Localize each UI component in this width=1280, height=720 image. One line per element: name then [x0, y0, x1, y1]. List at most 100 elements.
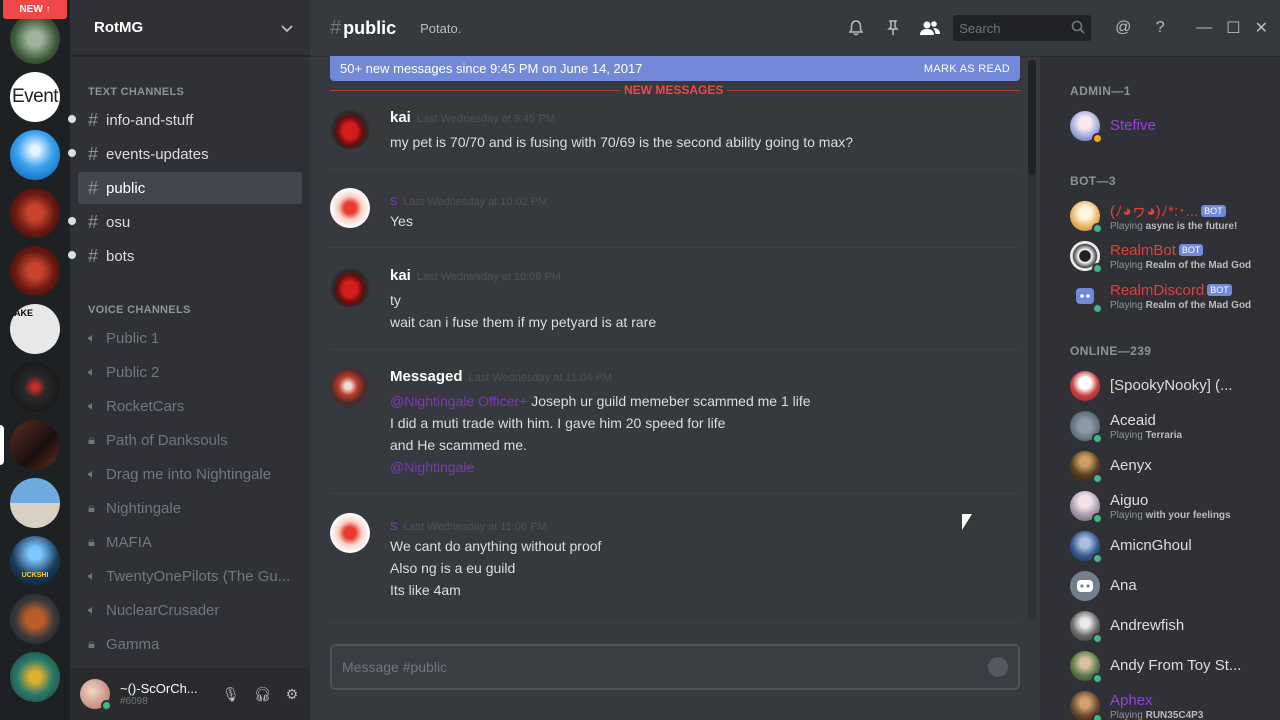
channel-info-and-stuff[interactable]: # info-and-stuff — [68, 104, 302, 136]
member-item[interactable]: AmicnGhoul — [1070, 526, 1270, 566]
server-icon-ake[interactable]: AKE — [10, 304, 60, 354]
member-item[interactable]: Aiguo Playing with your feelings — [1070, 486, 1270, 526]
user-tag: #6098 — [120, 696, 148, 707]
member-item[interactable]: Aenyx — [1070, 446, 1270, 486]
member-item[interactable]: Aphex Playing RUN35C4P3 — [1070, 686, 1270, 720]
message-input[interactable]: Message #public — [330, 644, 1020, 690]
voice-channels-category[interactable]: VOICE CHANNELS — [88, 304, 191, 316]
member-activity: Playing RUN35C4P3 — [1110, 709, 1204, 720]
headphones-icon[interactable]: 🎧︎ — [254, 686, 272, 703]
idle-status-icon — [1092, 133, 1103, 144]
server-icon-blue[interactable] — [10, 130, 60, 180]
maximize-icon[interactable]: ☐ — [1226, 18, 1240, 38]
mark-as-read-button[interactable]: MARK AS READ — [924, 63, 1010, 75]
speaker-icon: 🔈︎ — [88, 568, 96, 583]
pin-icon[interactable] — [879, 14, 907, 42]
server-icon-event[interactable]: Event — [10, 72, 60, 122]
channel-public[interactable]: # public — [78, 172, 302, 204]
message: S Last Wednesday at 10:02 PM Yes — [330, 188, 1020, 238]
avatar — [1070, 491, 1103, 524]
voice-channel-twentyonepilots[interactable]: 🔈︎ TwentyOnePilots (The Gu... — [78, 560, 302, 592]
voice-channel-gamma[interactable]: 🔒︎ Gamma — [78, 628, 302, 660]
avatar[interactable] — [330, 267, 370, 307]
bell-icon[interactable] — [842, 14, 870, 42]
member-item[interactable]: Aceaid Playing Terraria — [1070, 406, 1270, 446]
hash-icon: # — [330, 16, 342, 39]
voice-channel-public-2[interactable]: 🔈︎ Public 2 — [78, 356, 302, 388]
speaker-icon: 🔈︎ — [88, 364, 96, 379]
bot-badge: BOT — [1178, 244, 1204, 257]
gear-icon[interactable]: ⚙︎ — [286, 686, 299, 703]
speaker-icon: 🔈︎ — [88, 398, 96, 413]
new-unreads-badge[interactable]: NEW ↑ — [3, 0, 67, 19]
channel-events-updates[interactable]: # events-updates — [68, 138, 302, 170]
lock-icon: 🔒︎ — [88, 432, 95, 447]
member-item[interactable]: Andy From Toy St... — [1070, 646, 1270, 686]
message-author[interactable]: kai — [390, 267, 411, 284]
member-item[interactable]: RealmBot BOT Playing Realm of the Mad God — [1070, 236, 1270, 276]
server-icon-rotmg[interactable] — [10, 14, 60, 64]
help-icon[interactable]: ? — [1146, 14, 1174, 42]
channel-osu[interactable]: # osu — [68, 206, 302, 238]
role-mention[interactable]: @Nightingale — [390, 456, 811, 478]
lock-icon: 🔒︎ — [88, 534, 95, 549]
avatar[interactable] — [330, 109, 370, 149]
voice-channel-nightingale[interactable]: 🔒︎ Nightingale — [78, 492, 302, 524]
message-divider — [330, 493, 1020, 494]
mute-mic-icon[interactable]: 🎙︎ — [222, 686, 240, 703]
new-messages-bar[interactable]: 50+ new messages since 9:45 PM on June 1… — [330, 56, 1020, 81]
close-icon[interactable]: ✕ — [1255, 18, 1268, 38]
online-status-icon — [1092, 433, 1103, 444]
member-item[interactable]: Andrewfish — [1070, 606, 1270, 646]
user-controls: 🎙︎ 🎧︎ ⚙︎ — [222, 686, 298, 703]
voice-channel-mafia[interactable]: 🔒︎ MAFIA — [78, 526, 302, 558]
channel-sidebar: RotMG TEXT CHANNELS # info-and-stuff # eve… — [68, 0, 310, 720]
search-input[interactable]: Search — [953, 15, 1092, 41]
voice-channel-public-1[interactable]: 🔈︎ Public 1 — [78, 322, 302, 354]
minimize-icon[interactable]: — — [1196, 19, 1212, 37]
message: kai Last Wednesday at 10:09 PM ty wait ca… — [330, 267, 1020, 337]
avatar — [1070, 201, 1103, 234]
mentions-icon[interactable]: @ — [1109, 14, 1137, 42]
member-item[interactable]: RealmDiscord BOT Playing Realm of the Mad… — [1070, 276, 1270, 316]
server-icon-barn[interactable] — [10, 478, 60, 528]
server-icon-meat[interactable] — [10, 594, 60, 644]
avatar[interactable] — [330, 513, 370, 553]
member-item[interactable]: (ﾉ◕ヮ◕)ﾉ*:･... BOT Playing async is the fu… — [1070, 196, 1270, 236]
channel-title: public — [343, 17, 397, 38]
member-name: RealmBot — [1110, 241, 1176, 259]
voice-channel-rocketcars[interactable]: 🔈︎ RocketCars — [78, 390, 302, 422]
member-item[interactable]: Stefive — [1070, 106, 1270, 146]
avatar[interactable] — [330, 188, 370, 228]
channel-bots[interactable]: # bots — [68, 240, 302, 272]
members-icon[interactable] — [916, 14, 944, 42]
speaker-icon: 🔈︎ — [88, 466, 96, 481]
role-mention[interactable]: @Nightingale Officer+ — [390, 393, 527, 409]
avatar[interactable] — [330, 368, 370, 408]
message-author[interactable]: kai — [390, 109, 411, 126]
server-icon-realm-2[interactable] — [10, 246, 60, 296]
message-author[interactable]: S — [390, 196, 397, 208]
online-status-icon — [1092, 553, 1103, 564]
text-channels-category[interactable]: TEXT CHANNELS — [88, 86, 184, 98]
server-icon-dark[interactable] — [10, 362, 60, 412]
member-item[interactable]: Ana — [1070, 566, 1270, 606]
server-active-indicator — [0, 425, 4, 465]
message-meta: kai Last Wednesday at 9:45 PM — [390, 109, 555, 127]
server-icon-pixel[interactable] — [10, 420, 60, 470]
member-item[interactable]: [SpookyNooky] (... — [1070, 366, 1270, 406]
server-icon-uckshi[interactable]: UCKSHI — [10, 536, 60, 586]
voice-channel-drag-me[interactable]: 🔈︎ Drag me into Nightingale — [78, 458, 302, 490]
chevron-down-icon — [281, 24, 293, 32]
avatar[interactable] — [80, 679, 112, 711]
guild-header[interactable]: RotMG — [70, 0, 310, 56]
server-icon-globe[interactable] — [10, 652, 60, 702]
emoji-picker-icon[interactable] — [988, 657, 1008, 677]
message-author[interactable]: Messaged — [390, 368, 463, 385]
new-messages-label: NEW MESSAGES — [620, 83, 728, 97]
server-icon-realm-1[interactable] — [10, 188, 60, 238]
message-author[interactable]: S — [390, 521, 397, 533]
voice-channel-nuclearcrusader[interactable]: 🔈︎ NuclearCrusader — [78, 594, 302, 626]
voice-channel-path-of-danksouls[interactable]: 🔒︎ Path of Danksouls — [78, 424, 302, 456]
scrollbar-thumb[interactable] — [1028, 60, 1036, 175]
